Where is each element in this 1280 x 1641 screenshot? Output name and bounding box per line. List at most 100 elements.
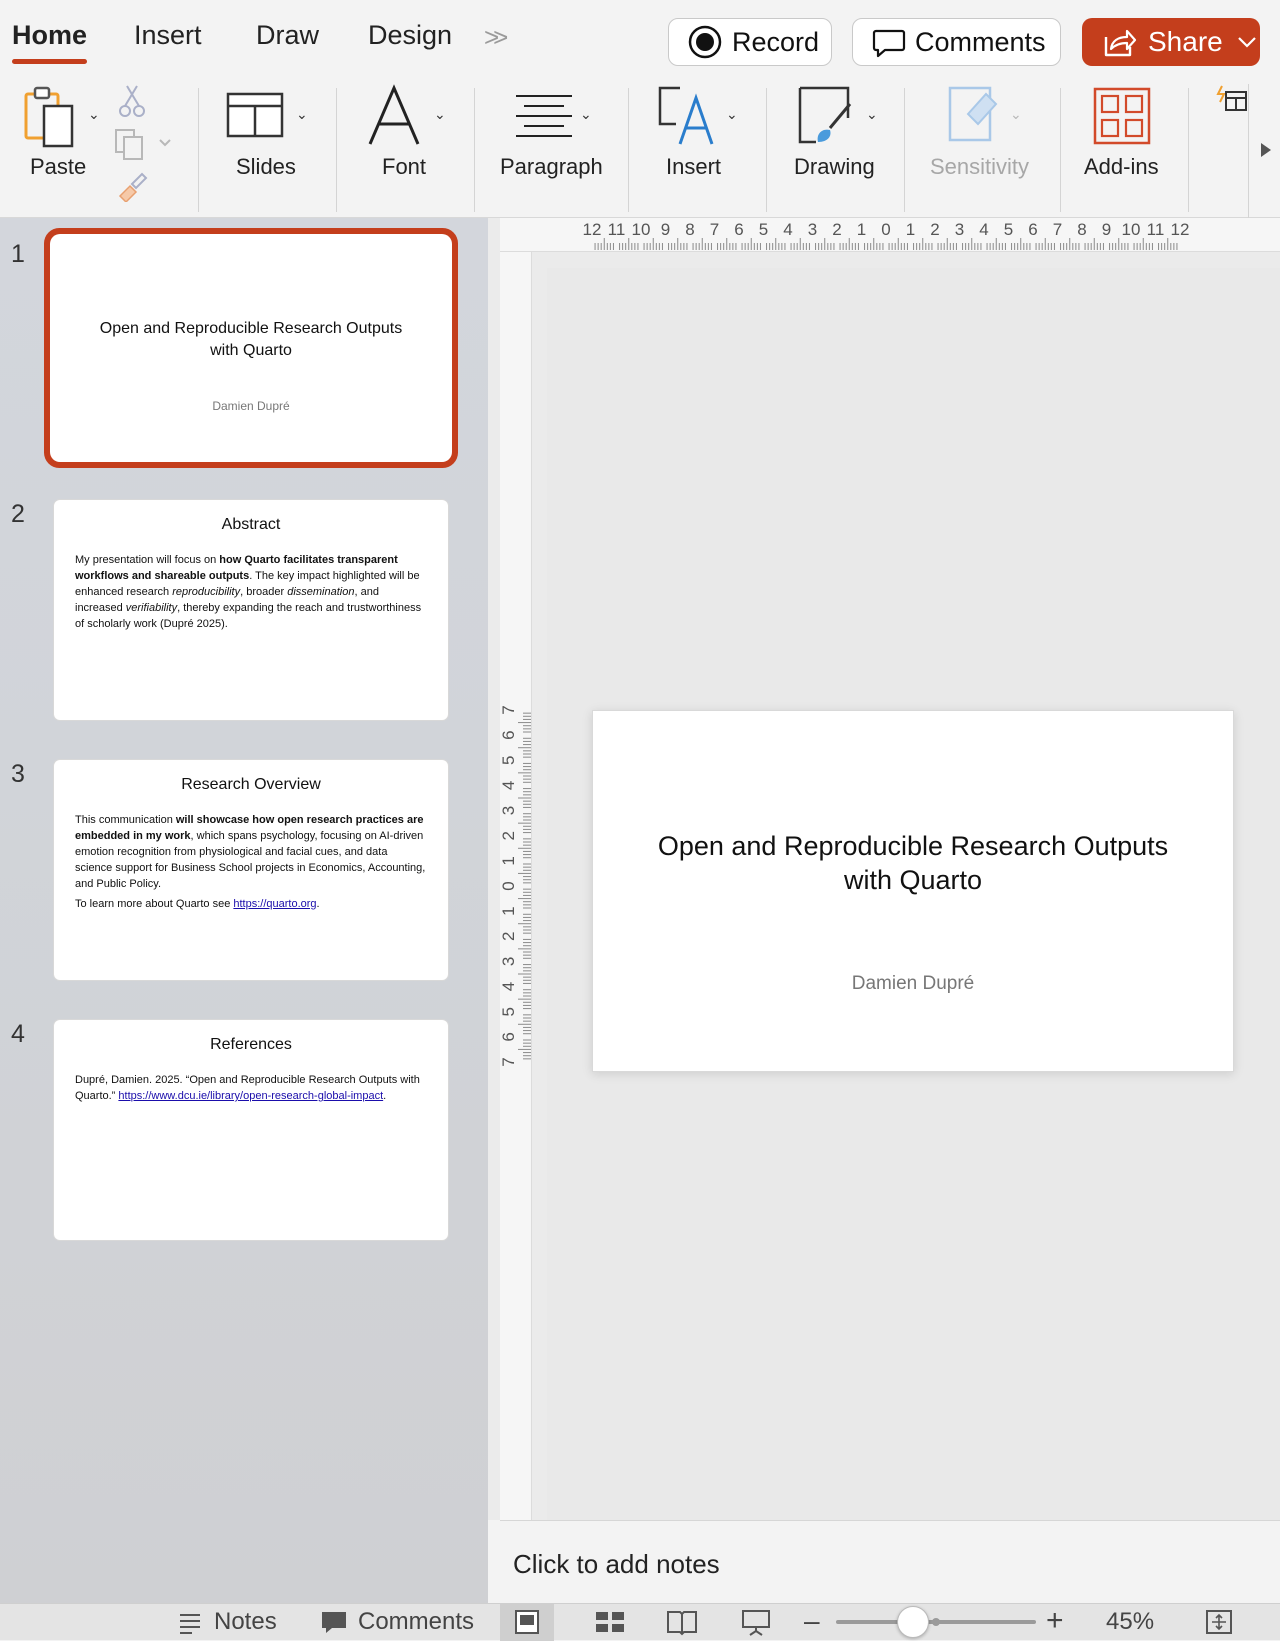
add-ins-button[interactable]: Add-ins [1084,84,1184,218]
cut-icon[interactable] [118,84,146,123]
chevron-double-right-icon[interactable]: >> [484,22,509,53]
clipboard-icon [24,86,74,148]
ruler-label: 12 [583,220,602,239]
copy-icon[interactable] [114,128,174,167]
notes-pane[interactable]: Click to add notes [500,1520,1280,1603]
ribbon-separator [904,88,905,212]
paste-dropdown-icon[interactable]: ⌄ [88,106,100,123]
ruler-label: 6 [1028,220,1037,239]
ruler-label: 3 [500,957,518,966]
slide-thumbnail-4[interactable]: References Dupré, Damien. 2025. “Open an… [54,1020,448,1240]
ruler-label: 0 [500,881,518,890]
paste-label: Paste [30,154,87,179]
ribbon-separator [198,88,199,212]
slide-sorter-view-button[interactable] [594,1608,626,1641]
slide-subtitle-author[interactable]: Damien Dupré [593,973,1233,995]
slide-thumbnail-3[interactable]: Research Overview This communication wil… [54,760,448,980]
zoom-out-button[interactable]: – [804,1605,820,1637]
comments-toggle-button[interactable]: Comments [320,1608,474,1636]
quarto-link[interactable]: https://quarto.org [233,898,316,910]
ruler-label: 2 [832,220,841,239]
paragraph-button[interactable]: ⌄ Paragraph [498,84,618,218]
status-bar: Notes Comments – + 45% [0,1603,1280,1641]
zoom-level[interactable]: 45% [1106,1608,1154,1636]
sensitivity-button[interactable]: ⌄ Sensitivity [926,84,1046,218]
vertical-ruler[interactable]: 7 6 5 4 3 2 1 0 1 2 3 4 5 6 7 [499,252,532,1520]
ruler-label: 0 [881,220,890,239]
ruler-label: 6 [734,220,743,239]
grid-view-icon [596,1612,624,1632]
slide-thumbnail-pane[interactable]: 1 Open and Reproducible Research Outputs… [0,218,488,1603]
normal-view-button[interactable] [500,1604,554,1641]
comments-label: Comments [915,26,1046,57]
font-button[interactable]: ⌄ Font [364,84,464,218]
insert-dropdown-icon[interactable]: ⌄ [726,106,738,123]
record-icon [688,25,722,59]
thumb-title: Research Overview [181,776,321,793]
ribbon-separator [336,88,337,212]
reference-link[interactable]: https://www.dcu.ie/library/open-research… [118,1090,383,1102]
ruler-label: 7 [500,705,518,714]
slide-layout-icon [226,92,284,138]
thumb-title: Abstract [221,516,281,533]
reading-view-button[interactable] [666,1608,698,1641]
ruler-label: 2 [930,220,939,239]
thumb-body: My presentation will focus on how Quarto… [75,554,422,630]
paragraph-dropdown-icon[interactable]: ⌄ [580,106,592,123]
thumb-title-line2: with Quarto [210,342,292,359]
horizontal-ruler[interactable]: 12 11 10 9 8 7 6 5 4 3 2 1 0 1 2 3 4 5 6 7 8 9 10 11 12 [500,218,1280,252]
paintbrush-icon [798,86,852,144]
tab-design[interactable]: Design [368,20,452,51]
zoom-slider-thumb[interactable] [897,1606,929,1638]
ruler-label: 9 [1102,220,1111,239]
slide-number: 2 [11,500,25,528]
ruler-label: 6 [500,1032,518,1041]
tab-home[interactable]: Home [12,20,88,64]
fit-to-window-button[interactable] [1204,1608,1234,1641]
ruler-label: 1 [906,220,915,239]
zoom-in-button[interactable]: + [1046,1604,1064,1638]
notes-placeholder[interactable]: Click to add notes [513,1549,720,1580]
ribbon-scroll-right[interactable] [1248,84,1280,218]
zoom-slider[interactable] [836,1606,1036,1638]
comments-button[interactable]: Comments [852,18,1061,66]
text-box-icon [658,86,714,145]
ruler-label: 12 [1171,220,1190,239]
slides-dropdown-icon[interactable]: ⌄ [296,106,308,123]
insert-button[interactable]: ⌄ Insert [656,84,756,218]
comment-icon [322,1612,346,1633]
slides-button[interactable]: ⌄ Slides [222,84,322,218]
slide-thumbnail-1[interactable]: Open and Reproducible Research Outputs w… [54,238,448,458]
sensitivity-dropdown-icon[interactable]: ⌄ [1010,106,1022,123]
tab-draw[interactable]: Draw [256,20,319,51]
paste-button[interactable]: ⌄ Paste [14,84,102,218]
ruler-label: 5 [500,756,518,765]
slide-title[interactable]: Open and Reproducible Research Outputs w… [593,829,1233,897]
ruler-label: 5 [759,220,768,239]
slide-thumbnail-2[interactable]: Abstract My presentation will focus on h… [54,500,448,720]
comments-label: Comments [358,1608,475,1635]
tab-insert[interactable]: Insert [134,20,202,51]
ruler-label: 8 [1077,220,1086,239]
thumb-title: References [210,1036,292,1053]
slideshow-view-button[interactable] [740,1608,772,1641]
ruler-label: 5 [500,1007,518,1016]
designer-icon[interactable] [1214,84,1250,119]
notes-toggle-button[interactable]: Notes [176,1608,277,1636]
share-button[interactable]: Share [1082,18,1260,66]
format-painter-icon[interactable] [116,170,150,207]
insert-label: Insert [666,154,722,179]
ruler-label: 3 [955,220,964,239]
current-slide[interactable]: Open and Reproducible Research Outputs w… [592,710,1234,1072]
drawing-button[interactable]: ⌄ Drawing [792,84,892,218]
ruler-label: 11 [608,220,626,239]
ruler-label: 7 [710,220,719,239]
normal-view-icon [515,1610,539,1634]
thumb-author: Damien Dupré [212,399,290,413]
record-button[interactable]: Record [668,18,832,66]
sensitivity-tag-icon [948,86,998,142]
font-dropdown-icon[interactable]: ⌄ [434,106,446,123]
drawing-dropdown-icon[interactable]: ⌄ [866,106,878,123]
thumb-title: Open and Reproducible Research Outputs w… [54,318,448,362]
ruler-label: 4 [979,220,988,239]
